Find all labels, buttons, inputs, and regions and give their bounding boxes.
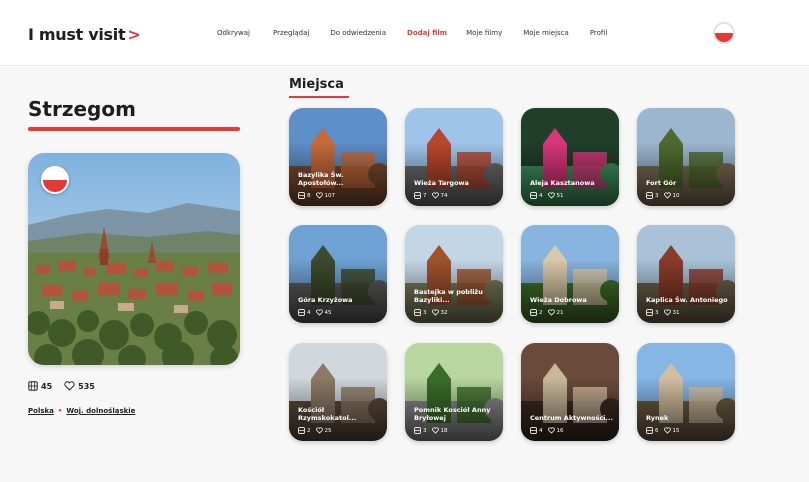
film-icon xyxy=(646,427,653,434)
place-card[interactable]: Kościół Rzymskokatol... 2 25 xyxy=(289,343,387,441)
place-card[interactable]: Kaplica Św. Antoniego 3 31 xyxy=(637,225,735,323)
place-like-count: 25 xyxy=(324,427,332,434)
heart-icon xyxy=(663,192,671,199)
place-stats: 3 32 xyxy=(414,309,448,316)
film-icon xyxy=(530,192,537,199)
film-icon xyxy=(646,192,653,199)
film-icon xyxy=(530,427,537,434)
nav-item-profil[interactable]: Profil xyxy=(590,29,607,37)
place-like-count: 15 xyxy=(672,427,680,434)
place-stats: 3 31 xyxy=(646,309,680,316)
place-stats: 3 10 xyxy=(646,192,680,199)
place-stats: 3 18 xyxy=(414,427,448,434)
place-title: Pomnik Kosciół Anny Bryłowej xyxy=(414,406,491,422)
heart-icon xyxy=(431,192,439,199)
heart-icon xyxy=(315,427,323,434)
place-video-count: 4 xyxy=(539,427,543,434)
film-icon xyxy=(646,309,653,316)
place-like-count: 18 xyxy=(440,427,448,434)
place-stats: 2 25 xyxy=(298,427,332,434)
place-stats: 2 21 xyxy=(530,309,564,316)
place-video-count: 7 xyxy=(423,192,427,199)
heart-icon xyxy=(547,427,555,434)
language-flag-button[interactable] xyxy=(713,22,735,44)
film-icon xyxy=(530,309,537,316)
place-stats: 4 51 xyxy=(530,192,564,199)
film-icon xyxy=(414,427,421,434)
film-icon xyxy=(298,309,305,316)
place-stats: 4 16 xyxy=(530,427,564,434)
place-stats: 8 107 xyxy=(298,192,335,199)
top-header: I must visit > Odkrywaj Przeglądaj Do odw… xyxy=(0,0,809,66)
heart-icon xyxy=(663,427,671,434)
place-title: Aleja Kasztanowa xyxy=(530,179,595,187)
place-title: Wieża Dobrowa xyxy=(530,296,587,304)
place-card[interactable]: Pomnik Kosciół Anny Bryłowej 3 18 xyxy=(405,343,503,441)
heart-icon xyxy=(315,309,323,316)
place-card[interactable]: Fort Gór 3 10 xyxy=(637,108,735,206)
place-video-count: 3 xyxy=(423,427,427,434)
place-card[interactable]: Centrum Aktywności... 4 16 xyxy=(521,343,619,441)
place-video-count: 3 xyxy=(423,309,427,316)
nav-item-przegladaj[interactable]: Przeglądaj xyxy=(273,29,309,37)
place-stats: 4 45 xyxy=(298,309,332,316)
place-card[interactable]: Aleja Kasztanowa 4 51 xyxy=(521,108,619,206)
place-title: Kościół Rzymskokatol... xyxy=(298,406,357,422)
logo-arrow-icon: > xyxy=(127,25,141,44)
place-title: Bastejka w pobliżu Bazyliki... xyxy=(414,288,483,304)
place-card[interactable]: Bastejka w pobliżu Bazyliki... 3 32 xyxy=(405,225,503,323)
heart-icon xyxy=(663,309,671,316)
place-title: Fort Gór xyxy=(646,179,677,187)
place-title: Góra Krzyżowa xyxy=(298,296,353,304)
nav-item-odkrywaj[interactable]: Odkrywaj xyxy=(217,29,250,37)
place-video-count: 4 xyxy=(539,192,543,199)
film-icon xyxy=(298,427,305,434)
place-like-count: 32 xyxy=(440,309,448,316)
place-stats: 6 15 xyxy=(646,427,680,434)
place-video-count: 3 xyxy=(655,192,659,199)
nav-item-do-odwiedzenia[interactable]: Do odwiedzenia xyxy=(330,29,386,37)
logo-text: I must visit xyxy=(28,25,126,44)
place-like-count: 10 xyxy=(672,192,680,199)
main-nav: Odkrywaj Przeglądaj Do odwiedzenia Dodaj… xyxy=(217,29,607,37)
heart-icon xyxy=(547,309,555,316)
nav-item-dodaj-film[interactable]: Dodaj film xyxy=(407,29,447,37)
nav-item-moje-filmy[interactable]: Moje filmy xyxy=(466,29,502,37)
place-title: Kaplica Św. Antoniego xyxy=(646,296,728,304)
place-like-count: 45 xyxy=(324,309,332,316)
place-title: Rynek xyxy=(646,414,669,422)
nav-item-moje-miejsca[interactable]: Moje miejsca xyxy=(523,29,569,37)
place-stats: 7 74 xyxy=(414,192,448,199)
film-icon xyxy=(414,309,421,316)
place-like-count: 74 xyxy=(440,192,448,199)
place-video-count: 4 xyxy=(307,309,311,316)
place-video-count: 6 xyxy=(655,427,659,434)
place-like-count: 16 xyxy=(556,427,564,434)
heart-icon xyxy=(431,427,439,434)
heart-icon xyxy=(315,192,323,199)
place-video-count: 8 xyxy=(307,192,311,199)
place-like-count: 51 xyxy=(556,192,564,199)
place-video-count: 2 xyxy=(539,309,543,316)
logo[interactable]: I must visit > xyxy=(28,25,141,44)
heart-icon xyxy=(431,309,439,316)
place-title: Centrum Aktywności... xyxy=(530,414,613,422)
page-content: Strzegom 45 535 Polska • Woj. dolnośląsk… xyxy=(0,67,809,482)
place-title: Wieża Targowa xyxy=(414,179,469,187)
place-title: Bazylika Św. Apostołów... xyxy=(298,171,344,187)
place-video-count: 3 xyxy=(655,309,659,316)
place-like-count: 107 xyxy=(324,192,336,199)
place-card[interactable]: Bazylika Św. Apostołów... 8 107 xyxy=(289,108,387,206)
place-card[interactable]: Wieża Targowa 7 74 xyxy=(405,108,503,206)
film-icon xyxy=(414,192,421,199)
heart-icon xyxy=(547,192,555,199)
place-like-count: 21 xyxy=(556,309,564,316)
place-card[interactable]: Góra Krzyżowa 4 45 xyxy=(289,225,387,323)
place-card[interactable]: Wieża Dobrowa 2 21 xyxy=(521,225,619,323)
place-card[interactable]: Rynek 6 15 xyxy=(637,343,735,441)
places-grid: Bazylika Św. Apostołów... 8 107 Wieża Targo… xyxy=(0,67,809,482)
place-video-count: 2 xyxy=(307,427,311,434)
film-icon xyxy=(298,192,305,199)
place-like-count: 31 xyxy=(672,309,680,316)
